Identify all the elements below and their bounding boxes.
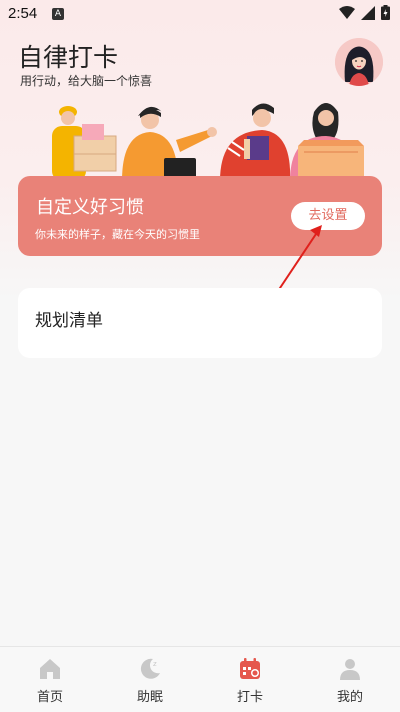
bottom-tab-bar: 首页 z 助眠 打卡 我的 xyxy=(0,646,400,712)
tab-home[interactable]: 首页 xyxy=(0,647,100,712)
banner-subtitle: 你未来的样子，藏在今天的习惯里 xyxy=(35,228,200,241)
status-bar: 2:54 A xyxy=(0,0,400,28)
tab-label: 首页 xyxy=(36,690,63,705)
home-icon xyxy=(40,659,60,679)
people-illustration xyxy=(52,103,364,181)
plan-list-title: 规划清单 xyxy=(35,311,103,331)
page-subtitle: 用行动，给大脑一个惊喜 xyxy=(20,74,153,88)
wifi-icon xyxy=(339,5,355,19)
tab-mine[interactable]: 我的 xyxy=(300,647,400,712)
avatar-illustration xyxy=(335,38,383,86)
page-title: 自律打卡 xyxy=(18,43,119,72)
notification-badge: A xyxy=(52,8,64,20)
calendar-check-icon xyxy=(240,658,260,679)
plan-list-card[interactable]: 规划清单 xyxy=(18,288,382,358)
status-icons xyxy=(339,5,390,20)
moon-icon: z xyxy=(140,658,160,679)
avatar[interactable] xyxy=(335,38,383,86)
tab-sleep[interactable]: z 助眠 xyxy=(100,647,200,712)
user-icon xyxy=(340,659,360,680)
tab-label: 我的 xyxy=(336,690,363,705)
signal-icon xyxy=(361,5,375,20)
svg-text:z: z xyxy=(153,660,157,668)
tab-checkin[interactable]: 打卡 xyxy=(200,647,300,712)
tab-label: 打卡 xyxy=(236,690,263,705)
battery-icon xyxy=(381,5,390,20)
banner-title: 自定义好习惯 xyxy=(36,197,144,218)
tab-label: 助眠 xyxy=(136,690,163,705)
status-time: 2:54 xyxy=(8,5,38,22)
